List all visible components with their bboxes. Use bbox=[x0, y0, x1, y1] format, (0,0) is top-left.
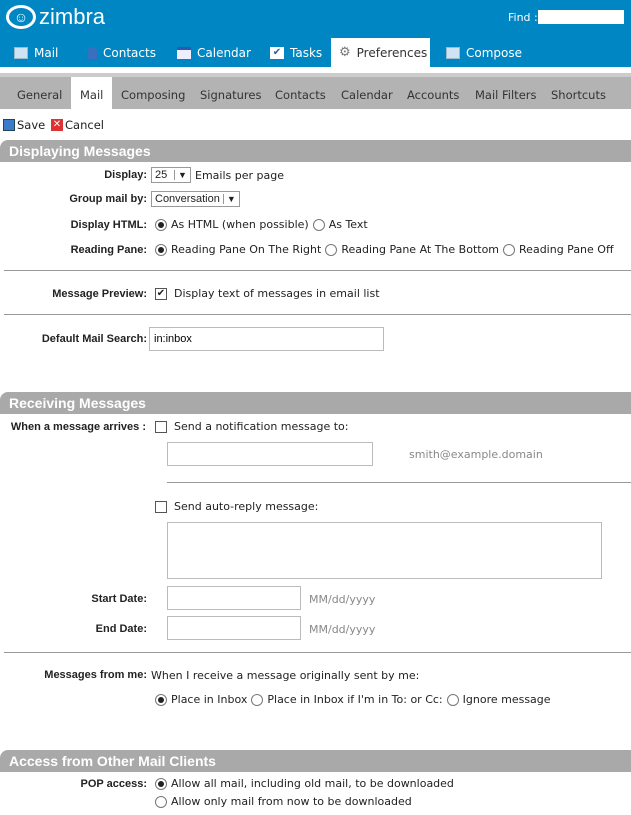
subtab-shortcuts[interactable]: Shortcuts bbox=[542, 77, 615, 109]
group-select[interactable]: Conversation ▼ bbox=[151, 191, 240, 207]
radio-place-inbox[interactable] bbox=[155, 693, 167, 706]
radio-as-html[interactable] bbox=[155, 218, 167, 231]
subtab-mail[interactable]: Mail bbox=[71, 77, 113, 109]
notify-email-input[interactable] bbox=[167, 442, 373, 466]
display-select[interactable]: 25 ▼ bbox=[151, 167, 191, 183]
html-label: Display HTML: bbox=[70, 219, 147, 231]
display-label: Display: bbox=[104, 169, 147, 181]
compose-icon bbox=[446, 46, 460, 59]
subtab-composing[interactable]: Composing bbox=[112, 77, 194, 109]
subtab-calendar[interactable]: Calendar bbox=[332, 77, 402, 109]
fromme-label: Messages from me: bbox=[44, 669, 147, 681]
divider bbox=[4, 270, 631, 271]
pane-label: Reading Pane: bbox=[70, 244, 147, 256]
nav-contacts[interactable]: Contacts bbox=[80, 38, 164, 67]
chevron-down-icon: ▼ bbox=[174, 170, 190, 180]
radio-place-inbox-if-to-cc[interactable] bbox=[251, 693, 264, 706]
group-label: Group mail by: bbox=[69, 193, 147, 205]
radio-pane-right[interactable] bbox=[155, 243, 167, 256]
find-input[interactable] bbox=[538, 10, 624, 24]
end-date-label: End Date: bbox=[95, 623, 147, 635]
preview-label: Message Preview: bbox=[52, 288, 147, 300]
find-label: Find : bbox=[508, 11, 538, 24]
person-icon bbox=[88, 46, 97, 59]
autoreply-checkbox[interactable] bbox=[155, 500, 167, 513]
nav-tasks[interactable]: ✔ Tasks bbox=[262, 38, 330, 67]
nav-preferences[interactable]: ⚙ Preferences bbox=[331, 38, 430, 67]
nav-calendar[interactable]: Calendar bbox=[169, 38, 259, 67]
subtab-contacts[interactable]: Contacts bbox=[266, 77, 335, 109]
start-date-hint: MM/dd/yyyy bbox=[309, 593, 376, 606]
subtab-general[interactable]: General bbox=[8, 77, 71, 109]
section-receiving-messages: Receiving Messages bbox=[0, 392, 631, 414]
save-button[interactable]: Save bbox=[3, 118, 45, 132]
emails-per-page-label: Emails per page bbox=[195, 168, 284, 182]
gear-icon: ⚙ bbox=[339, 45, 351, 60]
end-date-input[interactable] bbox=[167, 616, 301, 640]
radio-ignore[interactable] bbox=[446, 693, 459, 706]
default-search-input[interactable] bbox=[149, 327, 384, 351]
save-icon bbox=[3, 119, 15, 131]
radio-pane-off[interactable] bbox=[503, 243, 516, 256]
nav-compose[interactable]: Compose bbox=[438, 38, 530, 67]
pop-label: POP access: bbox=[80, 778, 147, 790]
fromme-text: When I receive a message originally sent… bbox=[151, 669, 420, 682]
start-date-label: Start Date: bbox=[91, 593, 147, 605]
radio-pane-bottom[interactable] bbox=[325, 243, 338, 256]
search-label: Default Mail Search: bbox=[41, 333, 147, 345]
cancel-button[interactable]: ✕ Cancel bbox=[51, 118, 104, 132]
subtab-mail-filters[interactable]: Mail Filters bbox=[466, 77, 546, 109]
arrives-label: When a message arrives : bbox=[10, 421, 146, 433]
cancel-icon: ✕ bbox=[51, 119, 63, 131]
autoreply-textarea[interactable] bbox=[167, 522, 602, 579]
envelope-icon bbox=[14, 46, 28, 59]
divider bbox=[4, 314, 631, 315]
divider bbox=[4, 652, 631, 653]
section-access-other-clients: Access from Other Mail Clients bbox=[0, 750, 631, 772]
notify-hint: smith@example.domain bbox=[409, 448, 543, 461]
nav-mail[interactable]: Mail bbox=[6, 38, 66, 67]
radio-pop-now[interactable] bbox=[155, 795, 167, 808]
checkbox-icon: ✔ bbox=[270, 46, 284, 59]
smiley-icon: ☺ bbox=[6, 5, 36, 29]
notify-checkbox[interactable] bbox=[155, 420, 167, 433]
radio-pop-all[interactable] bbox=[155, 777, 167, 790]
subtab-signatures[interactable]: Signatures bbox=[191, 77, 270, 109]
section-displaying-messages: Displaying Messages bbox=[0, 140, 631, 162]
start-date-input[interactable] bbox=[167, 586, 301, 610]
chevron-down-icon: ▼ bbox=[222, 194, 239, 204]
end-date-hint: MM/dd/yyyy bbox=[309, 623, 376, 636]
radio-as-text[interactable] bbox=[312, 218, 325, 231]
zimbra-logo[interactable]: ☺ zimbra bbox=[6, 4, 105, 30]
preview-checkbox[interactable]: ✔ bbox=[155, 287, 167, 300]
divider bbox=[167, 482, 631, 483]
subtab-accounts[interactable]: Accounts bbox=[398, 77, 468, 109]
calendar-icon bbox=[177, 46, 191, 59]
